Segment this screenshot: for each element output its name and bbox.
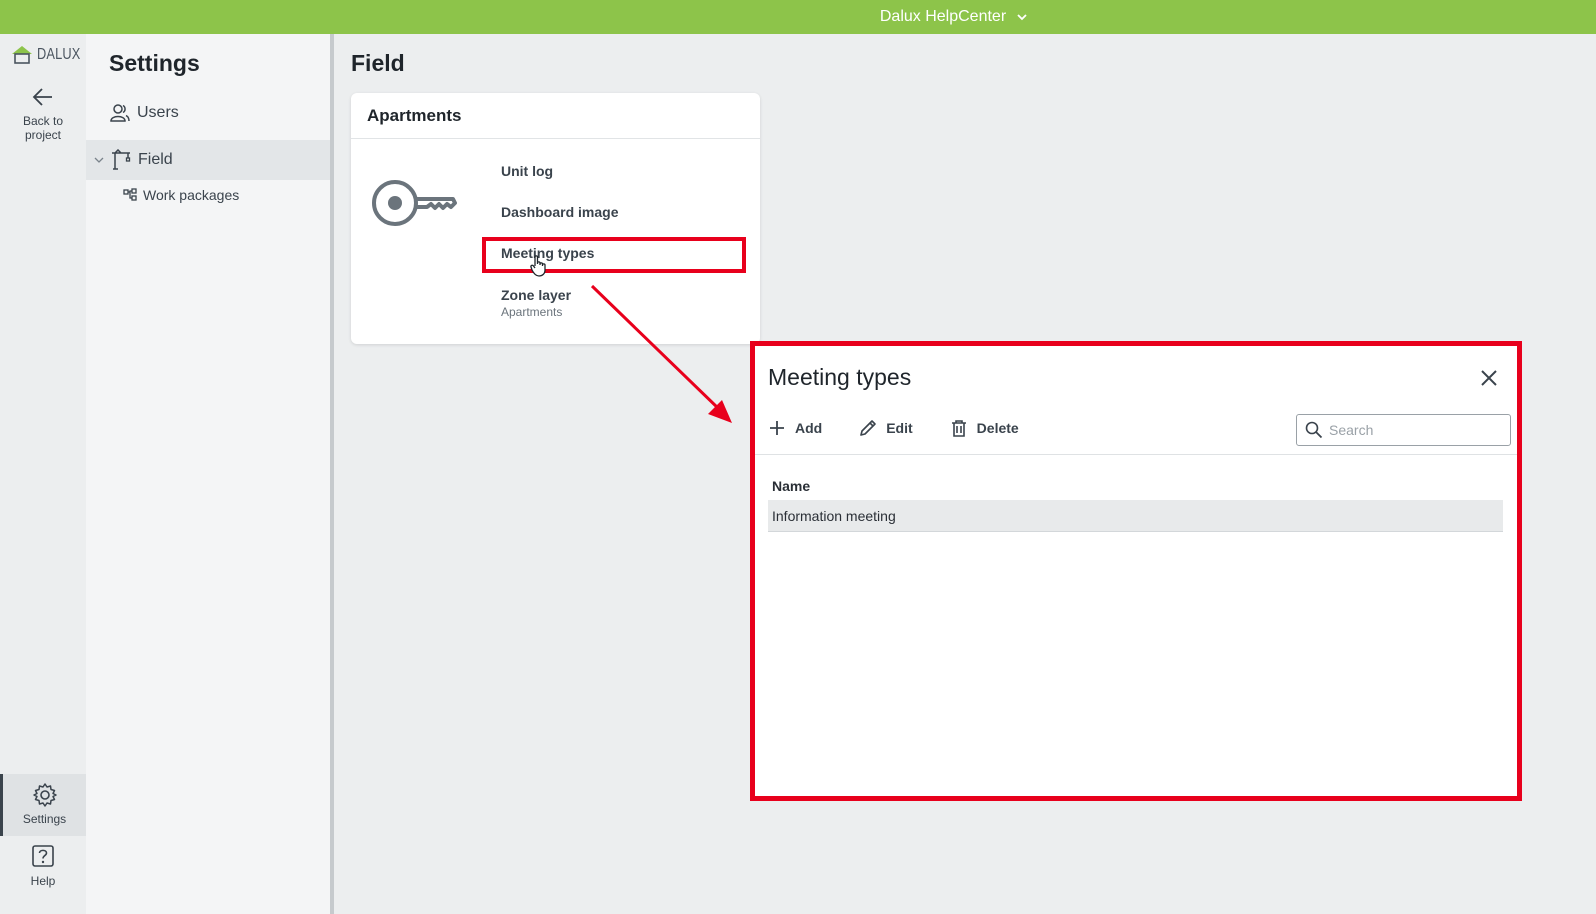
settings-panel: Settings Users Field Work packages xyxy=(86,34,332,914)
dalux-logo: DALUX xyxy=(10,44,91,66)
link-unit-log[interactable]: Unit log xyxy=(501,163,553,179)
add-button[interactable]: Add xyxy=(767,418,822,438)
back-label-2: project xyxy=(24,128,62,142)
chevron-down-icon xyxy=(1017,14,1027,21)
work-packages-icon xyxy=(123,188,137,201)
plus-icon xyxy=(770,421,784,435)
toolbar-divider xyxy=(755,454,1517,455)
chevron-down-icon[interactable] xyxy=(94,155,104,165)
search-box[interactable] xyxy=(1296,414,1511,446)
add-label: Add xyxy=(795,420,823,436)
settings-button[interactable]: Settings xyxy=(0,774,86,836)
house-logo-icon xyxy=(12,46,32,64)
close-icon[interactable] xyxy=(1477,366,1501,390)
arrow-left-icon xyxy=(32,88,52,106)
dialog-title: Meeting types xyxy=(768,364,912,390)
settings-item-users[interactable]: Users xyxy=(86,100,332,126)
link-zone-layer[interactable]: Zone layer xyxy=(501,287,571,303)
meeting-types-dialog: Meeting types Add Edit Delete Name Infor… xyxy=(750,341,1522,801)
settings-item-work-packages[interactable]: Work packages xyxy=(86,184,332,206)
annotation-arrow xyxy=(590,284,732,423)
page-title: Field xyxy=(351,50,405,76)
help-icon xyxy=(32,845,54,867)
delete-label: Delete xyxy=(976,420,1019,436)
edit-label: Edit xyxy=(886,420,913,436)
top-bar: Dalux HelpCenter xyxy=(0,0,1596,34)
table-row[interactable]: Information meeting xyxy=(768,500,1503,532)
help-button[interactable]: Help xyxy=(0,844,86,888)
back-label-1: Back to xyxy=(22,114,64,128)
edit-button[interactable]: Edit xyxy=(858,418,913,438)
settings-title: Settings xyxy=(109,50,200,76)
crane-icon xyxy=(112,149,131,170)
key-icon xyxy=(372,180,457,226)
settings-item-field[interactable]: Field xyxy=(86,140,332,180)
highlight-box xyxy=(482,237,746,273)
column-header-name[interactable]: Name xyxy=(772,478,810,494)
delete-button[interactable]: Delete xyxy=(949,418,1019,438)
left-rail: DALUX Back to project Settings Help xyxy=(0,34,86,914)
settings-label: Settings xyxy=(22,812,67,826)
help-label: Help xyxy=(30,874,56,888)
panel-divider[interactable] xyxy=(330,34,334,914)
logo-text: DALUX xyxy=(37,46,81,63)
gear-icon xyxy=(32,783,57,807)
pencil-icon xyxy=(860,420,877,436)
search-input[interactable] xyxy=(1329,422,1499,438)
search-icon xyxy=(1305,421,1323,439)
hand-cursor-icon xyxy=(530,255,546,277)
work-packages-label: Work packages xyxy=(143,187,240,203)
users-label: Users xyxy=(137,104,179,121)
row-name: Information meeting xyxy=(772,507,896,524)
link-dashboard-image[interactable]: Dashboard image xyxy=(501,204,618,220)
zone-layer-subtitle: Apartments xyxy=(501,305,563,319)
card-title: Apartments xyxy=(351,93,760,139)
back-to-project-button[interactable]: Back to project xyxy=(0,84,86,142)
users-icon xyxy=(110,104,130,122)
field-label: Field xyxy=(138,151,173,168)
helpcenter-title: Dalux HelpCenter xyxy=(879,8,1007,25)
dialog-toolbar: Add Edit Delete xyxy=(767,418,1019,438)
helpcenter-dropdown[interactable]: Dalux HelpCenter xyxy=(880,8,1028,26)
trash-icon xyxy=(951,420,966,437)
